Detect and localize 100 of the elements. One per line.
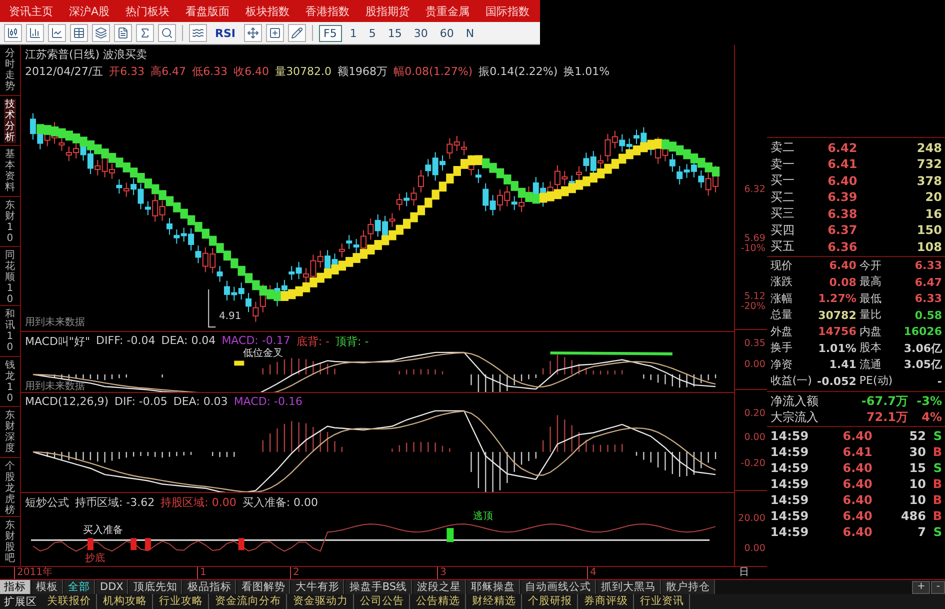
x-axis-label: 1	[197, 567, 206, 579]
indicator-tab[interactable]: 自动画线公式	[521, 580, 596, 594]
side-tab[interactable]: 东财深度	[4, 410, 16, 454]
period-button[interactable]: 15	[384, 24, 406, 42]
quote-value: 6.33	[914, 292, 942, 306]
indicator-tab[interactable]: 大牛有形	[291, 580, 344, 594]
trade-time: 14:59	[770, 524, 810, 538]
extension-tab[interactable]: 行业资讯	[635, 594, 690, 609]
quote-value: -0.052	[816, 374, 856, 388]
quote-value: 30782	[817, 308, 856, 322]
pencil-icon[interactable]	[288, 24, 306, 42]
quote-label: 最低	[858, 292, 882, 306]
side-tab[interactable]: 技术分析	[4, 98, 16, 142]
menu-item[interactable]: 资讯主页	[2, 2, 60, 20]
indicator-tab[interactable]: 极品指标	[183, 580, 236, 594]
quote-value: 6.40	[828, 259, 856, 272]
menu-item[interactable]: 股指期货	[358, 2, 417, 20]
indicator-value: DEA: 0.04	[161, 334, 216, 349]
indicator-value: 高6.47	[150, 64, 186, 79]
toolbar-icon[interactable]	[136, 24, 154, 42]
side-tab[interactable]: 钱龙10	[4, 360, 16, 404]
toolbar-icon[interactable]	[158, 24, 176, 42]
menu-item[interactable]: 深沪A股	[62, 2, 117, 20]
order-volume: 20	[924, 190, 942, 204]
extension-tab[interactable]: 券商评级	[579, 594, 634, 609]
f5-button[interactable]: F5	[318, 24, 342, 42]
scroll-button[interactable]: +	[912, 580, 930, 594]
quote-value: 14756	[817, 325, 856, 338]
toolbar-icon[interactable]	[114, 24, 132, 42]
indicator-tab[interactable]: 抓到大黑马	[597, 580, 662, 594]
menu-item[interactable]: 看盘版面	[178, 2, 237, 20]
indicator-tab[interactable]: 操盘手BS线	[345, 580, 412, 594]
indicator-tab[interactable]: 顶底先知	[129, 580, 182, 594]
extension-tab[interactable]: 行业攻略	[154, 594, 209, 609]
menu-item[interactable]: 国际指数	[478, 2, 537, 20]
extension-tab[interactable]: 机构攻略	[98, 594, 153, 609]
trade-side: B	[932, 508, 942, 522]
x-axis-label: 3	[437, 567, 446, 579]
scroll-button[interactable]: -	[931, 580, 945, 594]
indicator-value: 振0.14(2.22%)	[478, 64, 558, 79]
side-tab[interactable]: 个股龙虎榜	[4, 460, 16, 516]
indicator-tab[interactable]: 指标	[0, 580, 31, 594]
rsi-button[interactable]: RSI	[211, 24, 240, 42]
trade-price: 6.41	[842, 444, 872, 458]
indicator-tab[interactable]: 全部	[64, 580, 95, 594]
indicator-value: 持币区域: -3.62	[74, 494, 155, 510]
axis-label: 5.12	[744, 291, 766, 302]
toolbar-icon[interactable]	[70, 24, 88, 42]
add-icon[interactable]	[266, 24, 284, 42]
side-tab[interactable]: 同花顺10	[4, 250, 16, 305]
side-tab[interactable]: 基本资料	[4, 149, 16, 193]
low-marker-line	[208, 288, 216, 328]
period-button[interactable]: 5	[364, 24, 380, 42]
extension-tab[interactable]: 公司公告	[355, 594, 410, 609]
toolbar-icon[interactable]	[4, 24, 22, 42]
indicator-tab[interactable]: DDX	[96, 580, 128, 594]
quote-label: PE(动)	[858, 374, 892, 388]
period-button[interactable]: N	[462, 24, 478, 42]
quote-label: 现价	[770, 258, 794, 273]
toolbar-icon[interactable]	[26, 24, 44, 42]
indicator-value: 换1.01%	[564, 64, 610, 79]
period-button[interactable]: 1	[346, 24, 361, 42]
indicator-tab[interactable]: 波段之星	[413, 580, 466, 594]
quote-value: 6.33	[914, 259, 942, 272]
trade-price: 6.40	[842, 460, 872, 474]
side-tab[interactable]: 东财10	[4, 200, 16, 244]
quote-value: 1.27%	[817, 292, 856, 306]
move-icon[interactable]	[244, 24, 262, 42]
indicator-tab[interactable]: 看图解势	[237, 580, 290, 594]
order-level: 买一	[770, 172, 796, 189]
trade-price: 6.40	[842, 476, 872, 490]
toolbar-icon[interactable]	[48, 24, 66, 42]
extension-tab[interactable]: 个股研报	[523, 594, 578, 609]
menu-item[interactable]: 香港指数	[298, 2, 357, 20]
extension-tab[interactable]: 资金驱动力	[288, 594, 354, 609]
indicator-tab[interactable]: 散户持仓	[662, 580, 716, 594]
trade-time: 14:59	[770, 460, 810, 474]
indicator-tab[interactable]: 耶稣操盘	[467, 580, 520, 594]
wave-icon[interactable]	[189, 24, 207, 42]
flow-label: 净流入额	[770, 392, 820, 410]
toolbar-icon[interactable]	[92, 24, 110, 42]
extension-tab[interactable]: 财经精选	[467, 594, 522, 609]
quote-label: 涨跌	[770, 275, 794, 290]
extension-tab[interactable]: 关联报价	[42, 594, 97, 609]
period-button[interactable]: 60	[436, 24, 458, 42]
side-tab[interactable]: 和讯10	[4, 309, 16, 353]
side-tab[interactable]: 东财股吧	[4, 520, 16, 564]
indicator-tab[interactable]: 模板	[32, 580, 63, 594]
trade-time: 14:59	[770, 428, 810, 442]
menu-item[interactable]: 板块指数	[238, 2, 297, 20]
period-button[interactable]: 30	[410, 24, 432, 42]
menu-item[interactable]: 贵重金属	[418, 2, 477, 20]
quote-label: 内盘	[858, 324, 882, 339]
extension-tab[interactable]: 公告精选	[411, 594, 466, 609]
order-price: 6.42	[828, 140, 858, 154]
extension-tab[interactable]: 资金流向分布	[210, 594, 287, 609]
quote-value: 16026	[902, 325, 942, 338]
axis-label: 20.00	[738, 512, 766, 524]
side-tab[interactable]: 分时走势	[4, 48, 16, 92]
menu-item[interactable]: 热门板块	[118, 2, 177, 20]
